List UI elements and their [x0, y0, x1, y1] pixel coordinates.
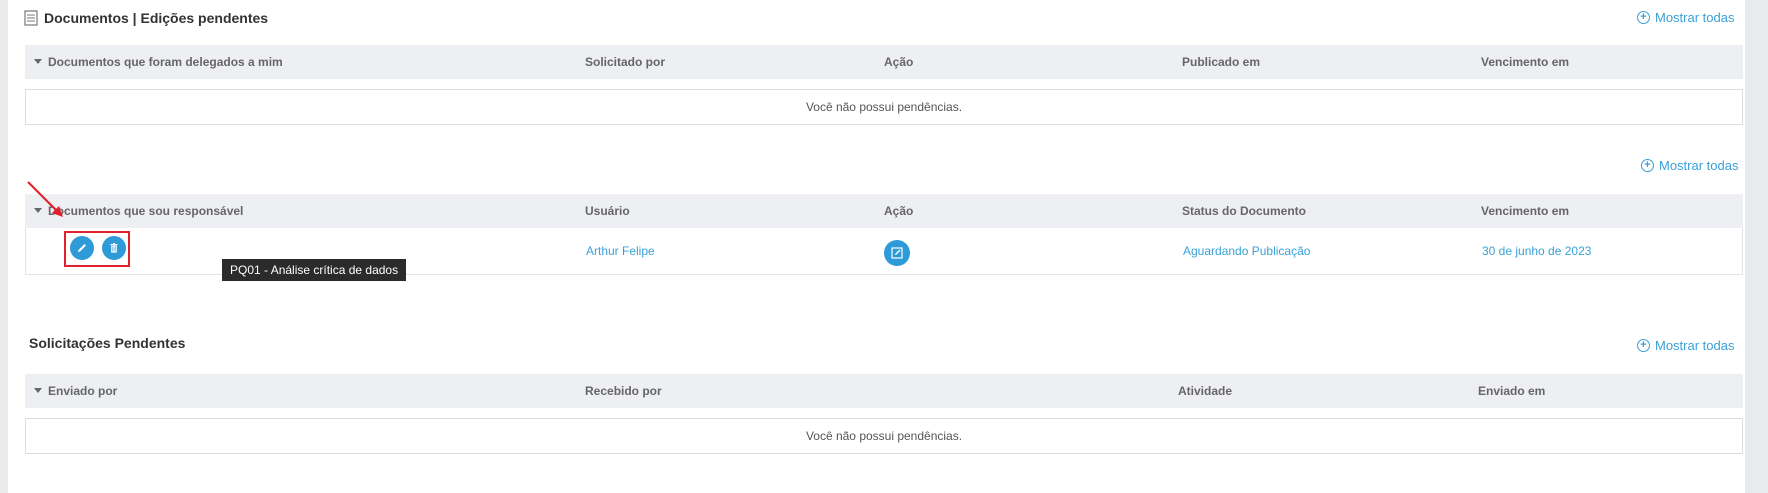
page-title: Documentos | Edições pendentes	[44, 10, 269, 26]
delegated-empty-message: Você não possui pendências.	[25, 89, 1743, 125]
col-document-status: Status do Documento	[1182, 204, 1307, 218]
edit-document-icon	[891, 247, 903, 259]
annotation-arrow-icon	[27, 181, 63, 217]
col-published-on: Publicado em	[1182, 55, 1261, 69]
document-stack-icon	[24, 10, 38, 26]
show-all-label: Mostrar todas	[1655, 10, 1735, 25]
col-received-by: Recebido por	[585, 384, 662, 398]
col-due-on: Vencimento em	[1481, 55, 1570, 69]
plus-circle-icon: +	[1641, 159, 1654, 172]
row-user[interactable]: Arthur Felipe	[586, 228, 655, 274]
document-tooltip: PQ01 - Análise crítica de dados	[222, 259, 407, 281]
show-all-link-responsible[interactable]: + Mostrar todas	[1641, 158, 1738, 173]
show-all-link-editions[interactable]: + Mostrar todas	[1637, 10, 1734, 25]
show-all-label: Mostrar todas	[1655, 338, 1735, 353]
responsible-table-header: Documentos que sou responsável Usuário A…	[25, 194, 1743, 228]
left-edge	[0, 0, 8, 493]
col-activity: Atividade	[1178, 384, 1233, 398]
page-title-row: Documentos | Edições pendentes	[24, 8, 268, 28]
caret-down-icon	[34, 59, 42, 65]
delegated-table-header: Documentos que foram delegados a mim Sol…	[25, 45, 1743, 79]
col-action: Ação	[884, 55, 914, 69]
highlight-box	[64, 231, 130, 267]
show-all-label: Mostrar todas	[1659, 158, 1739, 173]
section-title-pending-requests: Solicitações Pendentes	[29, 335, 186, 351]
caret-down-icon	[34, 388, 42, 394]
col-action: Ação	[884, 204, 914, 218]
row-status[interactable]: Aguardando Publicação	[1183, 228, 1310, 274]
plus-circle-icon: +	[1637, 11, 1650, 24]
plus-circle-icon: +	[1637, 339, 1650, 352]
row-due-date[interactable]: 30 de junho de 2023	[1482, 228, 1591, 274]
col-requested-by: Solicitado por	[585, 55, 666, 69]
col-sent-on: Enviado em	[1478, 384, 1546, 398]
requests-empty-message: Você não possui pendências.	[25, 418, 1743, 454]
right-scroll-gutter[interactable]	[1745, 0, 1768, 493]
col-sent-by[interactable]: Enviado por	[34, 374, 117, 408]
show-all-link-requests[interactable]: + Mostrar todas	[1637, 338, 1734, 353]
requests-table-header: Enviado por Recebido por Atividade Envia…	[25, 374, 1743, 408]
col-delegated-docs[interactable]: Documentos que foram delegados a mim	[34, 45, 283, 79]
col-user: Usuário	[585, 204, 630, 218]
col-due-on: Vencimento em	[1481, 204, 1570, 218]
edit-document-action-button[interactable]	[884, 240, 910, 266]
